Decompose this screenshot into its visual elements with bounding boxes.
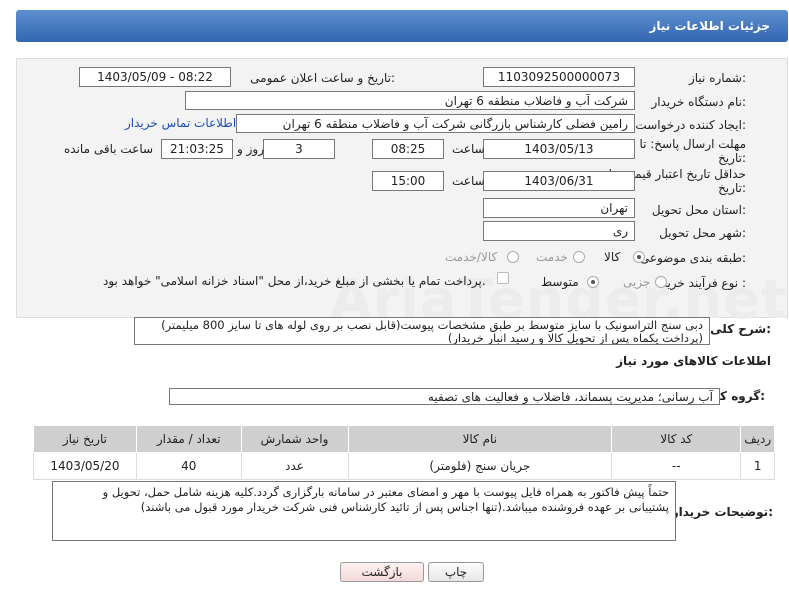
category-service-radio[interactable] [573, 251, 585, 263]
table-row[interactable]: 1403/05/20 40 عدد جریان سنج (فلومتر) -- … [33, 452, 775, 480]
cell-goods-name: جریان سنج (فلومتر) [347, 452, 613, 480]
goods-section-title: اطلاعات کالاهای مورد نیاز [616, 354, 771, 368]
col-need-date: تاریخ نیاز [33, 425, 137, 453]
province-field[interactable]: تهران [483, 198, 635, 218]
remaining-word: ساعت باقی مانده [64, 142, 154, 156]
goods-table: تاریخ نیاز تعداد / مقدار واحد شمارش نام … [33, 425, 775, 480]
cell-row-number: 1 [740, 452, 775, 480]
description-textarea[interactable]: دبی سنج التراسونیک با سایز متوسط بر طبق … [134, 317, 710, 345]
process-label: نوع فرآیند خرید : [661, 276, 746, 290]
province-label: استان محل تحویل: [651, 203, 746, 217]
category-service-label: خدمت [536, 250, 568, 264]
remaining-time-field[interactable]: 21:03:25 [161, 139, 233, 159]
deadline-time-field[interactable]: 08:25 [372, 139, 444, 159]
deadline-label: مهلت ارسال پاسخ: تا تاریخ: [639, 137, 746, 165]
deadline-date-field[interactable]: 1403/05/13 [483, 139, 635, 159]
page-title: جزئیات اطلاعات نیاز [649, 19, 770, 33]
announce-label: تاریخ و ساعت اعلان عمومی: [250, 71, 395, 85]
validity-date-field[interactable]: 1403/06/31 [483, 171, 635, 191]
buyer-org-field[interactable]: شرکت آب و فاضلاب منطقه 6 تهران [185, 91, 635, 110]
process-minor-radio[interactable] [655, 276, 667, 288]
cell-quantity: 40 [135, 452, 242, 480]
goods-group-field[interactable]: آب رسانی؛ مدیریت پسماند، فاضلاب و فعالیت… [169, 388, 720, 405]
need-number-label: شماره نیاز: [688, 71, 746, 85]
deadline-time-label: ساعت [452, 142, 485, 156]
category-goods-radio[interactable] [633, 251, 645, 263]
contact-info-link[interactable]: اطلاعات تماس خریدار [125, 116, 236, 130]
need-number-field[interactable]: 1103092500000073 [483, 67, 635, 87]
city-label: شهر محل تحویل: [659, 226, 746, 240]
category-both-radio[interactable] [507, 251, 519, 263]
buyer-notes-textarea[interactable]: حتماً پیش فاکتور به همراه فایل پیوست با … [52, 481, 676, 541]
deadline-label-line1: مهلت ارسال پاسخ: تا [639, 137, 746, 151]
col-goods-code: کد کالا [611, 425, 742, 453]
buyer-org-label: نام دستگاه خریدار: [651, 95, 747, 109]
page-header: جزئیات اطلاعات نیاز [16, 10, 788, 42]
cell-need-date: 1403/05/20 [33, 452, 137, 480]
category-label: طبقه بندی موضوعی: [639, 251, 746, 265]
col-unit: واحد شمارش [240, 425, 349, 453]
cell-goods-code: -- [611, 452, 742, 480]
city-field[interactable]: ری [483, 221, 635, 241]
process-medium-label: متوسط [541, 275, 579, 289]
payment-note: پرداخت تمام یا بخشی از مبلغ خرید،از محل … [103, 274, 486, 288]
creator-field[interactable]: رامین فضلی کارشناس بازرگانی شرکت آب و فا… [236, 114, 635, 133]
announce-field[interactable]: 1403/05/09 - 08:22 [79, 67, 231, 87]
category-both-label: کالا/خدمت [445, 250, 498, 264]
deadline-label-line2: تاریخ: [718, 151, 746, 165]
back-button[interactable]: بازگشت [340, 562, 424, 582]
print-button[interactable]: چاپ [428, 562, 484, 582]
process-minor-label: جزیی [623, 275, 651, 289]
buyer-notes-label: توضیحات خریدار: [671, 505, 773, 519]
col-row-number: ردیف [740, 425, 775, 453]
category-goods-label: کالا [604, 250, 621, 264]
days-field[interactable]: 3 [263, 139, 335, 159]
creator-label: ایجاد کننده درخواست: [635, 118, 746, 132]
days-word: روز و [237, 142, 264, 156]
col-goods-name: نام کالا [347, 425, 613, 453]
cell-unit: عدد [240, 452, 349, 480]
process-medium-radio[interactable] [587, 276, 599, 288]
goods-table-header: تاریخ نیاز تعداد / مقدار واحد شمارش نام … [33, 425, 775, 453]
col-quantity: تعداد / مقدار [135, 425, 242, 453]
validity-time-field[interactable]: 15:00 [372, 171, 444, 191]
treasury-checkbox[interactable] [497, 272, 509, 284]
validity-time-label: ساعت [452, 174, 485, 188]
